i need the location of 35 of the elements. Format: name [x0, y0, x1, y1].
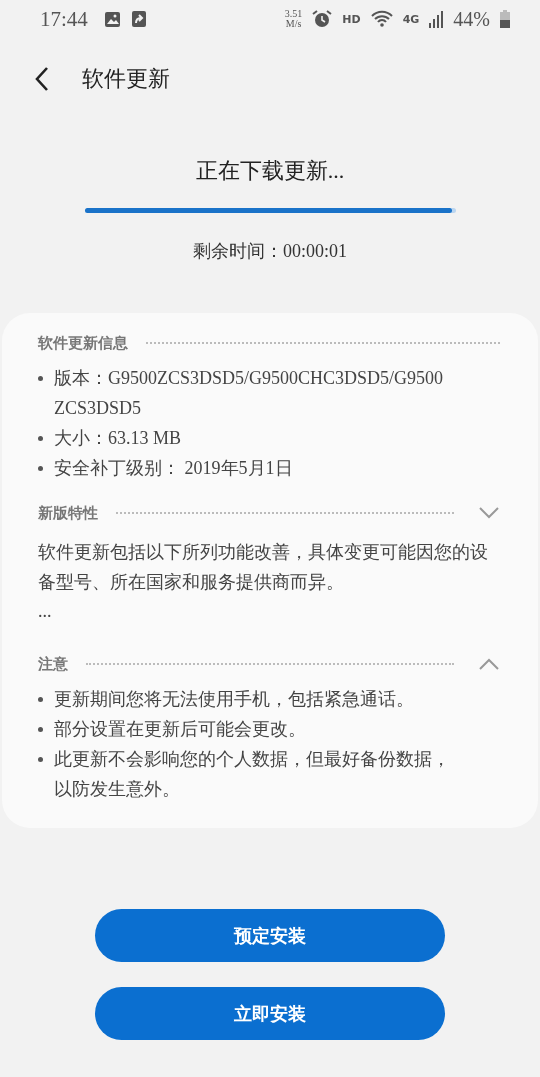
- list-text: 部分设置在更新后可能会更改。: [54, 718, 306, 741]
- clock: 17:44: [40, 6, 88, 32]
- speed-value: 3.51: [284, 9, 303, 19]
- list-text: 更新期间您将无法使用手机，包括紧急通话。: [54, 688, 414, 711]
- section-title: 软件更新信息: [38, 333, 128, 353]
- battery-icon: [500, 10, 510, 28]
- signal-icon: [429, 10, 444, 28]
- speed-unit: M/s: [285, 19, 302, 29]
- download-status: 正在下载更新...: [195, 157, 345, 185]
- features-text: 软件更新包括以下所列功能改善，具体变更可能因您的设备型号、所在国家和服务提供商而异。: [38, 541, 489, 594]
- bullet-icon: [38, 376, 43, 381]
- bullet-icon: [38, 466, 43, 471]
- more-ellipsis: ...: [38, 601, 53, 622]
- wifi-icon: [370, 10, 393, 28]
- remaining-time: 剩余时间：00:00:01: [193, 240, 347, 263]
- install-button[interactable]: 预定安装: [95, 909, 445, 962]
- section-title: 注意: [38, 654, 68, 674]
- section-title: 新版特性: [38, 503, 98, 523]
- bullet-icon: [38, 727, 43, 732]
- install-button[interactable]: 立即安装: [95, 987, 445, 1040]
- battery-percent: 44%: [453, 7, 490, 31]
- bullet-icon: [38, 757, 43, 762]
- image-icon: [103, 10, 121, 28]
- network-type: 4G: [402, 12, 420, 26]
- list-text: 此更新不会影响您的个人数据，但最好备份数据，以防发生意外。: [54, 748, 451, 801]
- expand-chevron-icon[interactable]: [478, 506, 500, 520]
- hd-label: HD: [342, 12, 361, 26]
- list-text: 版本：G9500ZCS3DSD5/G9500CHC3DSD5/G9500ZCS3DSD5: [54, 367, 445, 420]
- alarm-icon: [312, 9, 333, 29]
- list-text: 大小：63.13 MB: [54, 427, 181, 450]
- collapse-chevron-icon[interactable]: [478, 657, 500, 671]
- list-text: 安全补丁级别： 2019年5月1日: [54, 457, 293, 480]
- page-title: 软件更新: [82, 65, 170, 93]
- bullet-icon: [38, 436, 43, 441]
- bullet-icon: [38, 697, 43, 702]
